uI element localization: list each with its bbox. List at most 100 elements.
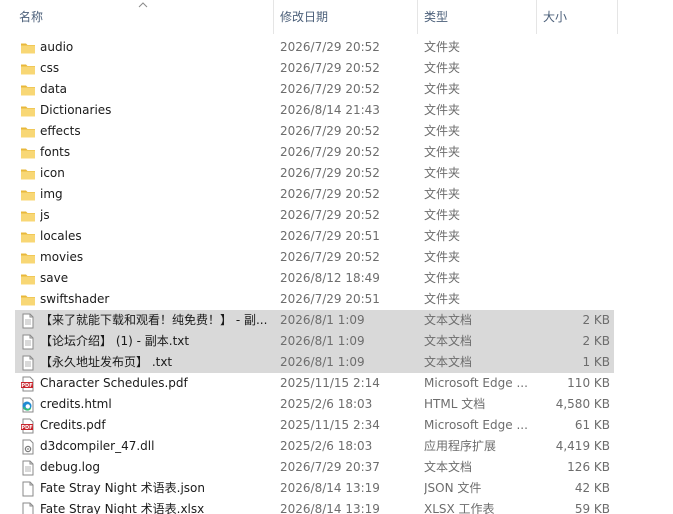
file-type: 文本文档 [424, 313, 473, 327]
folder-icon [20, 82, 36, 98]
file-type: JSON 文件 [424, 481, 482, 495]
file-name: 【论坛介绍】 (1) - 副本.txt [40, 334, 190, 348]
text-file-icon [20, 355, 36, 371]
file-row[interactable]: 【来了就能下载和观看！纯免费！】 - 副... 2026/8/1 1:09 文本文档… [0, 310, 673, 331]
file-row[interactable]: PDF Character Schedules.pdf 2025/11/15 2:1… [0, 373, 673, 394]
file-size: 59 KB [574, 502, 610, 514]
column-header-name[interactable]: 名称 [13, 0, 274, 34]
file-size [540, 289, 610, 310]
file-size: 4,580 KB [555, 397, 610, 411]
file-date: 2026/7/29 20:52 [280, 187, 380, 201]
pdf-icon: PDF [20, 376, 36, 392]
file-size [540, 247, 610, 268]
file-type: 文件夹 [424, 187, 461, 201]
file-row[interactable]: swiftshader 2026/7/29 20:51 文件夹 [0, 289, 673, 310]
file-date: 2026/7/29 20:52 [280, 61, 380, 75]
file-type: Microsoft Edge ... [424, 376, 528, 390]
folder-icon [20, 208, 36, 224]
file-size [540, 268, 610, 289]
file-row[interactable]: audio 2026/7/29 20:52 文件夹 [0, 37, 673, 58]
file-type: 文本文档 [424, 355, 473, 369]
folder-icon [20, 145, 36, 161]
file-row[interactable]: save 2026/8/12 18:49 文件夹 [0, 268, 673, 289]
file-type: Microsoft Edge ... [424, 418, 528, 432]
file-row[interactable]: Fate Stray Night 术语表.json 2026/8/14 13:19… [0, 478, 673, 499]
file-type: 文件夹 [424, 61, 461, 75]
file-name: 【来了就能下载和观看！纯免费！】 - 副... [40, 313, 268, 327]
file-row[interactable]: d3dcompiler_47.dll 2025/2/6 18:03 应用程序扩展 4,… [0, 436, 673, 457]
file-size: 2 KB [582, 313, 610, 327]
file-size [540, 58, 610, 79]
file-row[interactable]: data 2026/7/29 20:52 文件夹 [0, 79, 673, 100]
folder-icon [20, 166, 36, 182]
file-name: credits.html [40, 397, 112, 411]
file-size: 126 KB [567, 460, 610, 474]
column-header-date[interactable]: 修改日期 [274, 0, 418, 34]
file-type: 应用程序扩展 [424, 439, 497, 453]
file-size: 4,419 KB [555, 439, 610, 453]
file-name: 【永久地址发布页】 .txt [40, 355, 173, 369]
file-row[interactable]: debug.log 2026/7/29 20:37 文本文档 126 KB [0, 457, 673, 478]
file-size [540, 79, 610, 100]
file-name: movies [40, 250, 84, 264]
file-row[interactable]: movies 2026/7/29 20:52 文件夹 [0, 247, 673, 268]
text-file-icon [20, 460, 36, 476]
file-date: 2025/11/15 2:14 [280, 376, 380, 390]
file-type: 文本文档 [424, 334, 473, 348]
file-name: Character Schedules.pdf [40, 376, 188, 390]
svg-text:PDF: PDF [21, 425, 32, 431]
file-name: effects [40, 124, 81, 138]
file-date: 2026/7/29 20:52 [280, 250, 380, 264]
file-name: fonts [40, 145, 71, 159]
file-row[interactable]: img 2026/7/29 20:52 文件夹 [0, 184, 673, 205]
file-name: css [40, 61, 60, 75]
file-size: 61 KB [574, 418, 610, 432]
file-size: 110 KB [567, 376, 610, 390]
edge-html-icon [20, 397, 36, 413]
file-size: 1 KB [582, 355, 610, 369]
file-name: data [40, 82, 68, 96]
file-type: 文件夹 [424, 145, 461, 159]
folder-icon [20, 271, 36, 287]
file-type: 文件夹 [424, 292, 461, 306]
text-file-icon [20, 313, 36, 329]
column-header-size[interactable]: 大小 [537, 0, 618, 34]
folder-icon [20, 40, 36, 56]
blank-file-icon [20, 502, 36, 514]
file-type: XLSX 工作表 [424, 502, 495, 514]
file-name: js [40, 208, 50, 222]
file-date: 2026/7/29 20:37 [280, 460, 380, 474]
file-row[interactable]: css 2026/7/29 20:52 文件夹 [0, 58, 673, 79]
folder-icon [20, 103, 36, 119]
file-type: 文件夹 [424, 166, 461, 180]
file-row[interactable]: Fate Stray Night 术语表.xlsx 2026/8/14 13:19… [0, 499, 673, 514]
file-size: 42 KB [574, 481, 610, 495]
file-size [540, 163, 610, 184]
file-name: swiftshader [40, 292, 110, 306]
file-row[interactable]: credits.html 2025/2/6 18:03 HTML 文档 4,580 K… [0, 394, 673, 415]
file-type: 文件夹 [424, 208, 461, 222]
folder-icon [20, 250, 36, 266]
pdf-icon: PDF [20, 418, 36, 434]
folder-icon [20, 61, 36, 77]
file-date: 2025/2/6 18:03 [280, 439, 373, 453]
file-size [540, 226, 610, 247]
file-row[interactable]: js 2026/7/29 20:52 文件夹 [0, 205, 673, 226]
file-row[interactable]: icon 2026/7/29 20:52 文件夹 [0, 163, 673, 184]
file-row[interactable]: effects 2026/7/29 20:52 文件夹 [0, 121, 673, 142]
file-name: Fate Stray Night 术语表.json [40, 481, 205, 495]
file-row[interactable]: PDF Credits.pdf 2025/11/15 2:34 Microsoft E… [0, 415, 673, 436]
file-type: 文件夹 [424, 103, 461, 117]
svg-text:PDF: PDF [21, 383, 32, 389]
file-date: 2026/7/29 20:51 [280, 292, 380, 306]
file-type: 文件夹 [424, 82, 461, 96]
file-row[interactable]: locales 2026/7/29 20:51 文件夹 [0, 226, 673, 247]
column-header-bar: 名称 修改日期 类型 大小 [0, 0, 673, 34]
file-row[interactable]: fonts 2026/7/29 20:52 文件夹 [0, 142, 673, 163]
file-size [540, 184, 610, 205]
column-header-type[interactable]: 类型 [418, 0, 537, 34]
file-row[interactable]: Dictionaries 2026/8/14 21:43 文件夹 [0, 100, 673, 121]
file-row[interactable]: 【论坛介绍】 (1) - 副本.txt 2026/8/1 1:09 文本文档 2 KB [0, 331, 673, 352]
file-row[interactable]: 【永久地址发布页】 .txt 2026/8/1 1:09 文本文档 1 KB [0, 352, 673, 373]
dll-file-icon [20, 439, 36, 455]
